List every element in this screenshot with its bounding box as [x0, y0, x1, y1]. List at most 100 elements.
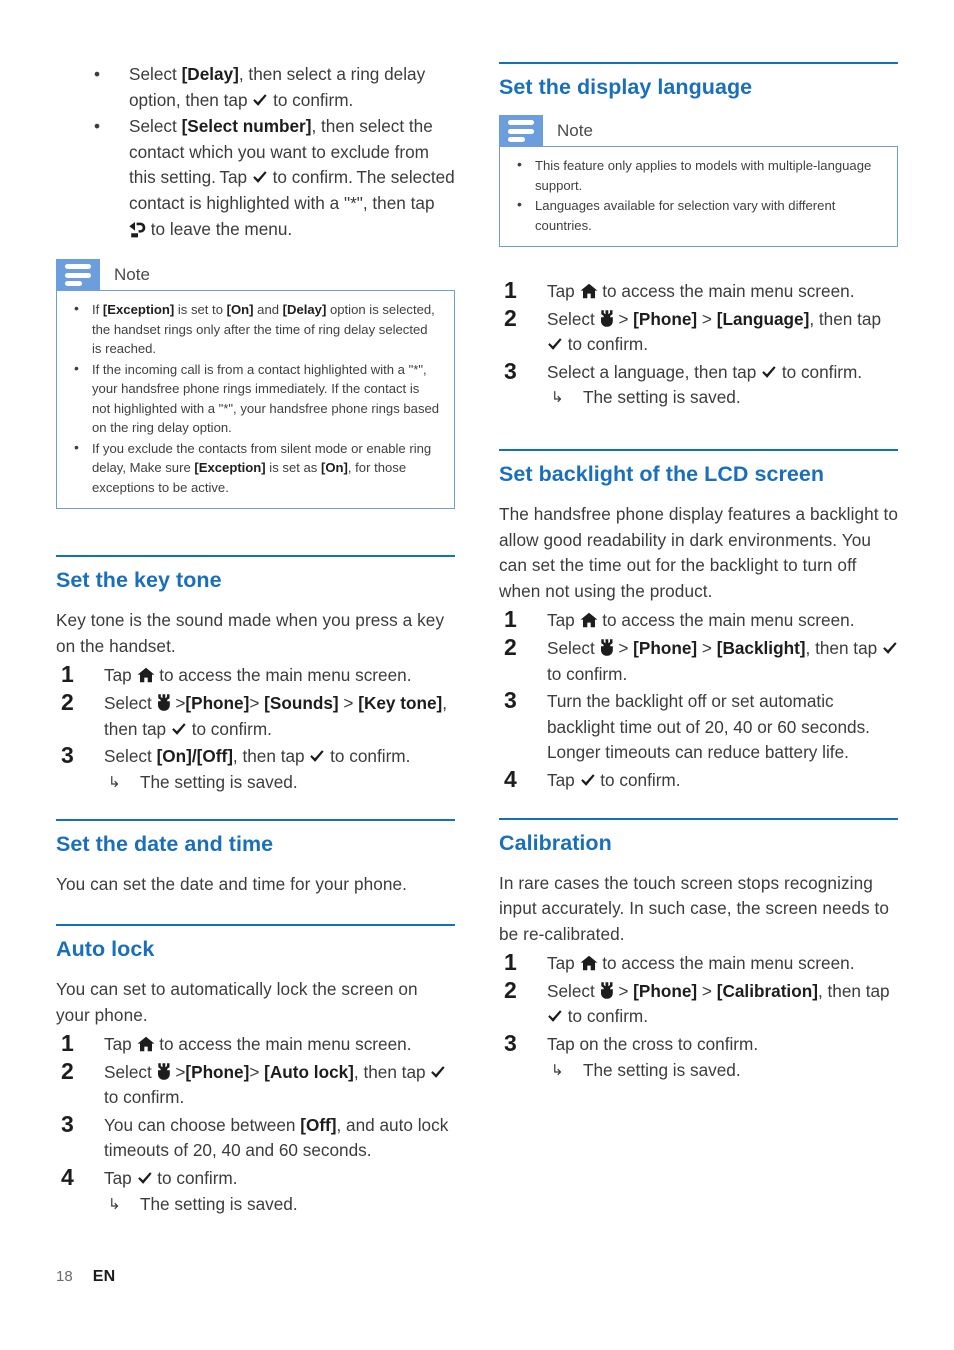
section-divider [499, 817, 898, 820]
sub-arrow-icon: ↳ [108, 1195, 121, 1213]
step-text: You can choose between [Off], and auto l… [104, 1114, 449, 1161]
tap-word: Tap [547, 769, 575, 790]
step-item: 2 Select > [Phone] > [Language], then ta… [499, 305, 898, 358]
section-divider [499, 448, 898, 451]
step-list: 1 Tap to access the main menu screen. 2 … [56, 661, 455, 796]
check-icon [547, 1009, 563, 1024]
check-icon [252, 170, 268, 185]
list-item: • If [Exception] is set to [On] and [Del… [71, 300, 440, 359]
list-item: • Select [Select number], then select the… [56, 114, 455, 242]
section-heading: Auto lock [56, 936, 155, 961]
section-key-tone: Set the key tone Key tone is the sound m… [56, 555, 455, 795]
step-item: 3 Select [On]/[Off], then tap to confirm… [56, 742, 455, 796]
note-list: • This feature only applies to models wi… [514, 156, 883, 235]
section-divider [56, 555, 455, 558]
substep-text: The setting is saved. [583, 387, 741, 408]
note-item-text: If the incoming call is from a contact h… [92, 361, 440, 436]
phone-token: [Phone] [185, 692, 250, 713]
list-item: • Select [Delay], then select a ring dela… [56, 62, 455, 113]
step-number: 1 [61, 1030, 74, 1057]
section-intro: Key tone is the sound made when you pres… [56, 610, 445, 656]
wrench-icon [600, 639, 614, 656]
check-icon [252, 93, 268, 108]
step-number: 2 [504, 633, 517, 660]
confirm-word: to confirm. [567, 1006, 649, 1027]
step-item: 4 Tap to confirm. [499, 766, 898, 794]
section-intro: You can set the date and time for your p… [56, 874, 408, 895]
section-heading: Set backlight of the LCD screen [499, 461, 825, 486]
step-text: Select >[Phone]> [Auto lock], then tap t… [104, 1061, 446, 1108]
section-divider [499, 62, 898, 64]
select-word: Select [104, 1061, 152, 1082]
section-divider [56, 923, 455, 926]
substep-text: The setting is saved. [140, 1193, 298, 1214]
tap-word: Tap [547, 610, 575, 631]
exception-token: [Exception] [102, 302, 175, 318]
tap-word: Tap [547, 953, 575, 974]
step-number: 1 [61, 661, 74, 688]
phone-token: [Phone] [633, 308, 698, 329]
confirm-word: to confirm. [191, 718, 272, 739]
step-text: Tap to access the main menu screen. [104, 665, 412, 686]
section-heading: Set the date and time [56, 832, 274, 857]
wrench-icon [600, 309, 614, 327]
step-number: 1 [504, 606, 517, 633]
wrench-icon [157, 694, 171, 711]
section-backlight: Set backlight of the LCD screen The hand… [499, 448, 899, 794]
confirm-word: to confirm. [273, 89, 354, 110]
step-number: 3 [504, 1030, 517, 1057]
bullet-dot: • [517, 156, 522, 172]
step-item: 1 Tap to access the main menu screen. [499, 277, 898, 305]
step-number: 1 [504, 949, 517, 976]
section-heading: Calibration [499, 830, 612, 855]
section-date-time: Set the date and time You can set the da… [56, 819, 455, 898]
home-icon [137, 667, 155, 683]
section-heading: Set the display language [499, 75, 753, 99]
auto-lock-token: [Auto lock] [264, 1061, 354, 1082]
step-number: 3 [504, 687, 517, 714]
step-item: 2 Select >[Phone]> [Auto lock], then tap… [56, 1058, 455, 1111]
step-substep: ↳ The setting is saved. [104, 770, 455, 796]
substep-text: The setting is saved. [140, 771, 298, 792]
note-list: • If [Exception] is set to [On] and [Del… [71, 300, 440, 497]
bullet-text: Select [Select number], then select the … [129, 116, 455, 239]
page-footer: 18 EN [56, 1268, 116, 1286]
note-item-text: If [Exception] is set to [On] and [Delay… [92, 302, 435, 357]
confirm-word: to confirm. [104, 1087, 185, 1108]
language-token: [Language] [716, 308, 810, 329]
off-token: [Off] [300, 1114, 337, 1135]
step-number: 3 [61, 1110, 74, 1137]
bullet-dot: • [94, 116, 101, 137]
tap-word: Tap [104, 1168, 132, 1189]
step-list: 1 Tap to access the main menu screen. 2 … [56, 1030, 455, 1217]
note-icon [499, 115, 543, 147]
tap-word: Tap [104, 665, 132, 686]
bullet-dot: • [74, 359, 79, 376]
step-text: Select a language, then tap to confirm. [547, 361, 863, 382]
section-auto-lock: Auto lock You can set to automatically l… [56, 923, 455, 1217]
section-intro: The handsfree phone display features a b… [499, 503, 899, 601]
step-item: 1 Tap to access the main menu screen. [499, 606, 898, 634]
step-list: 1 Tap to access the main menu screen. 2 … [499, 606, 898, 794]
backlight-token: [Backlight] [716, 637, 806, 658]
home-icon [580, 955, 598, 971]
wrench-icon [157, 1062, 171, 1080]
check-icon [171, 722, 187, 737]
step-item: 1 Tap to access the main menu screen. [56, 1030, 455, 1058]
check-icon [882, 641, 898, 656]
bullet-dot: • [74, 438, 79, 455]
section-display-language: Set the display language Note • This fea… [499, 62, 898, 411]
step-substep: ↳ The setting is saved. [547, 1058, 898, 1084]
check-icon [580, 773, 596, 788]
select-word: Select [547, 980, 595, 1001]
check-icon [137, 1171, 153, 1186]
list-item: • Languages available for selection vary… [514, 196, 883, 235]
select-word: Select [129, 64, 177, 84]
tap-word: Tap [104, 1034, 132, 1055]
left-column: • Select [Delay], then select a ring dela… [56, 62, 455, 1219]
step-item: 3 Tap on the cross to confirm. ↳ The sett… [499, 1030, 898, 1084]
back-arrow-icon [129, 221, 146, 238]
step-number: 3 [61, 742, 74, 769]
section-intro: In rare cases the touch screen stops rec… [499, 872, 890, 944]
section-calibration: Calibration In rare cases the touch scre… [499, 817, 898, 1084]
